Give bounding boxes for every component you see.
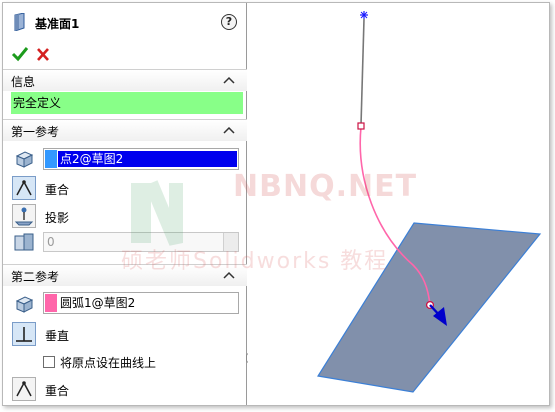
origin-on-curve-label: 将原点设在曲线上 (60, 356, 157, 370)
first-reference-field[interactable]: 点2@草图2 (43, 148, 239, 170)
app-window: 基准面1 ? 信息 完全定义 第一参考 点2@草图2 重合 投影 0 第二参考 … (2, 2, 550, 406)
first-reference-header[interactable]: 第一参考 (3, 119, 247, 141)
reference-entity-icon (15, 151, 34, 168)
property-manager-panel: 基准面1 ? 信息 完全定义 第一参考 点2@草图2 重合 投影 0 第二参考 … (3, 3, 247, 405)
coincident-label-2: 重合 (45, 384, 70, 398)
graphics-area[interactable] (248, 3, 549, 405)
watermark-site: NBNQ.NET (233, 169, 418, 204)
origin-marker (360, 11, 368, 19)
close-icon[interactable] (35, 45, 51, 63)
reference-entity-icon (15, 296, 34, 313)
second-reference-color-swatch (45, 294, 57, 312)
projection-icon (14, 207, 34, 226)
help-icon[interactable]: ? (221, 14, 237, 30)
coincident-icon (16, 180, 32, 196)
model-view (317, 11, 542, 393)
second-reference-field[interactable]: 圆弧1@草图2 (43, 292, 239, 314)
offset-distance-value: 0 (47, 235, 55, 249)
info-section-title: 信息 (11, 75, 36, 89)
info-section-header[interactable]: 信息 (3, 69, 247, 91)
perpendicular-label: 垂直 (45, 329, 70, 343)
status-message: 完全定义 (11, 92, 243, 114)
coincident-button[interactable] (12, 176, 36, 200)
offset-distance-icon (14, 233, 34, 251)
sketch-line (360, 18, 365, 126)
second-reference-title: 第二参考 (11, 270, 60, 284)
plane-feature-icon (14, 13, 25, 31)
origin-on-curve-checkbox[interactable] (43, 356, 55, 368)
title-row: 基准面1 ? (3, 3, 247, 39)
perpendicular-button[interactable] (12, 322, 36, 346)
chevron-up-icon[interactable] (223, 75, 235, 85)
first-reference-color-swatch (45, 150, 57, 168)
projection-label: 投影 (45, 211, 70, 225)
coincident-icon (16, 381, 32, 397)
perpendicular-icon (16, 327, 32, 342)
first-reference-title: 第一参考 (11, 125, 60, 139)
check-icon[interactable] (11, 45, 29, 63)
first-reference-value: 点2@草图2 (58, 151, 237, 167)
feature-title: 基准面1 (35, 17, 80, 31)
coincident-button-2[interactable] (12, 377, 36, 401)
spin-up-button[interactable] (223, 233, 238, 242)
projection-button[interactable] (12, 204, 36, 228)
watermark-subtitle: 硕老师Solidworks 教程 (121, 249, 389, 274)
sketch-point-1 (357, 122, 365, 130)
coincident-label: 重合 (45, 183, 70, 197)
second-reference-value: 圆弧1@草图2 (60, 296, 136, 310)
chevron-up-icon[interactable] (223, 125, 235, 135)
